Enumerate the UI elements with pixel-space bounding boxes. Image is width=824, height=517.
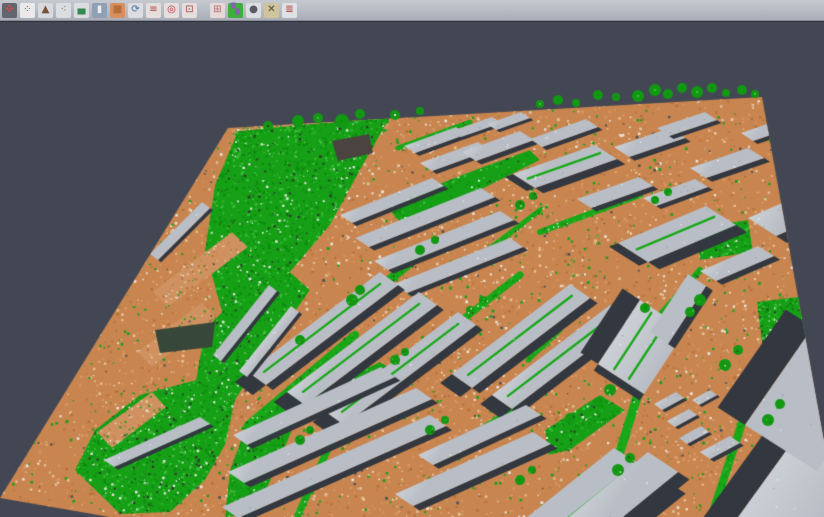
terrain-mound-icon[interactable]: ▲: [38, 3, 53, 18]
crop-box-icon[interactable]: ⊡: [182, 3, 197, 18]
point-pair-align-icon[interactable]: ⁘: [20, 3, 35, 18]
3d-viewport-canvas[interactable]: [0, 22, 824, 517]
orange-tile-icon[interactable]: ▦: [110, 3, 125, 18]
grid-pick-icon[interactable]: ⊞: [210, 3, 225, 18]
column-icon[interactable]: ▮: [92, 3, 107, 18]
classification-colors-icon[interactable]: ▚: [228, 3, 243, 18]
red-list-icon[interactable]: ≡: [146, 3, 161, 18]
sphere-icon[interactable]: ●: [246, 3, 261, 18]
red-ring-icon[interactable]: ◎: [164, 3, 179, 18]
application-window: ✥⁘▲⁖▄▮▦⟳≡◎⊡ ⊞▚●✕≣: [0, 0, 824, 517]
subsample-points-icon[interactable]: ⁖: [56, 3, 71, 18]
red-layers-icon[interactable]: ≣: [282, 3, 297, 18]
3d-viewport[interactable]: [0, 21, 824, 517]
clear-cross-icon[interactable]: ✕: [264, 3, 279, 18]
main-toolbar: ✥⁘▲⁖▄▮▦⟳≡◎⊡ ⊞▚●✕≣: [0, 0, 824, 21]
move-tool-icon[interactable]: ✥: [2, 3, 17, 18]
sync-rotate-icon[interactable]: ⟳: [128, 3, 143, 18]
green-hill-icon[interactable]: ▄: [74, 3, 89, 18]
